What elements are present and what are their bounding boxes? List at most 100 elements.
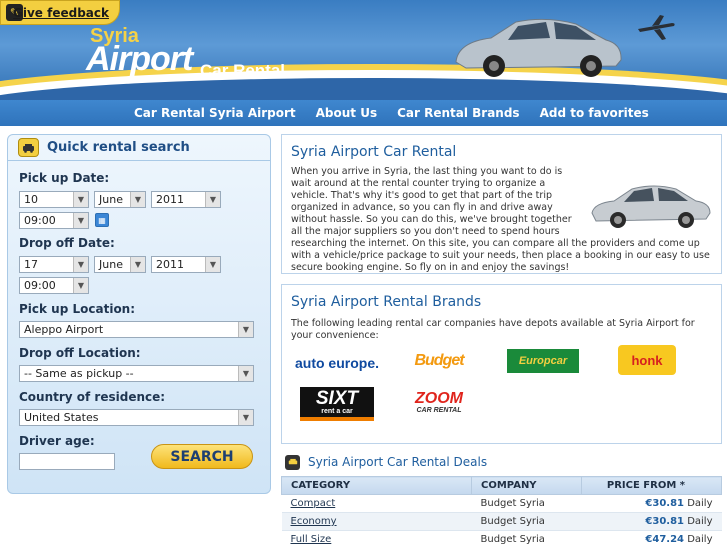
chevron-down-icon: ▼: [73, 278, 88, 293]
deal-category-cell: Economy: [281, 512, 472, 531]
sixt-logo-text: SIXT: [315, 387, 359, 409]
dropoff-day-select[interactable]: 17 ▼: [19, 256, 89, 273]
chevron-down-icon: ▼: [73, 192, 88, 207]
brands-text: The following leading rental car compani…: [291, 318, 695, 341]
table-row: Compact Budget Syria €30.81 Daily: [281, 494, 722, 513]
dropoff-location-label: Drop off Location:: [19, 346, 141, 360]
deal-category-link[interactable]: Economy: [291, 516, 337, 527]
deal-category-cell: Full Size: [281, 530, 472, 545]
chevron-down-icon: ▼: [205, 257, 220, 272]
pickup-year-value: 2011: [156, 193, 184, 206]
zoom-logo[interactable]: ZOOM CAR RENTAL: [408, 389, 470, 417]
deal-category-cell: Compact: [281, 494, 472, 513]
dropoff-month-value: June: [99, 258, 123, 271]
deal-category-link[interactable]: Full Size: [291, 534, 332, 545]
pickup-month-select[interactable]: June ▼: [94, 191, 146, 208]
dropoff-date-label: Drop off Date:: [19, 236, 115, 250]
deal-period: Daily: [687, 498, 713, 509]
dropoff-month-select[interactable]: June ▼: [94, 256, 146, 273]
honk-logo[interactable]: honk: [618, 345, 676, 375]
pickup-month-value: June: [99, 193, 123, 206]
pickup-date-label: Pick up Date:: [19, 171, 110, 185]
chevron-down-icon: ▼: [73, 213, 88, 228]
chevron-down-icon: ▼: [130, 192, 145, 207]
dropoff-location-value: -- Same as pickup --: [24, 367, 134, 380]
main-nav: Car Rental Syria Airport About Us Car Re…: [0, 100, 727, 126]
pickup-day-select[interactable]: 10 ▼: [19, 191, 89, 208]
deal-period: Daily: [687, 534, 713, 545]
intro-text-2: researching the internet. On this site, …: [291, 238, 710, 273]
pickup-location-select[interactable]: Aleppo Airport ▼: [19, 321, 254, 338]
intro-text-1: When you arrive in Syria, the last thing…: [291, 166, 572, 237]
give-feedback-button[interactable]: ✎ Give feedback: [0, 0, 120, 25]
residence-value: United States: [24, 411, 99, 424]
dropoff-location-select[interactable]: -- Same as pickup -- ▼: [19, 365, 254, 382]
driver-age-input[interactable]: [19, 453, 115, 470]
chevron-down-icon: ▼: [238, 322, 253, 337]
pickup-time-select[interactable]: 09:00 ▼: [19, 212, 89, 229]
deals-header: Syria Airport Car Rental Deals: [285, 452, 487, 472]
deals-box: Syria Airport Car Rental Deals CATEGORY …: [281, 452, 722, 545]
budget-logo[interactable]: Budget: [414, 347, 464, 375]
column-header-company: COMPANY: [471, 476, 582, 495]
deal-company-cell: Budget Syria: [471, 494, 582, 513]
pickup-location-value: Aleppo Airport: [24, 323, 104, 336]
europcar-logo[interactable]: Europcar: [507, 349, 579, 373]
logo-text-car-rental: Car Rental: [200, 61, 286, 80]
deal-period: Daily: [687, 516, 713, 527]
chevron-down-icon: ▼: [130, 257, 145, 272]
nav-add-to-favorites[interactable]: Add to favorites: [540, 106, 649, 120]
dropoff-year-value: 2011: [156, 258, 184, 271]
car-icon: [285, 454, 300, 470]
brands-title: Syria Airport Rental Brands: [291, 294, 482, 310]
deal-company-cell: Budget Syria: [471, 530, 582, 545]
chevron-down-icon: ▼: [73, 257, 88, 272]
deal-category-link[interactable]: Compact: [291, 498, 336, 509]
zoom-logo-subtext: CAR RENTAL: [416, 407, 462, 414]
brands-box: Syria Airport Rental Brands The followin…: [281, 284, 722, 444]
autoeurope-logo[interactable]: auto europe.: [292, 351, 382, 375]
column-header-category: CATEGORY: [281, 476, 472, 495]
residence-label: Country of residence:: [19, 390, 166, 404]
pickup-location-label: Pick up Location:: [19, 302, 136, 316]
table-row: Economy Budget Syria €30.81 Daily: [281, 512, 722, 531]
zoom-logo-text: ZOOM: [415, 390, 463, 407]
chevron-down-icon: ▼: [238, 366, 253, 381]
site-header: ✎ Give feedback Syria Airport Car Rental: [0, 0, 727, 100]
car-icon: [18, 138, 39, 157]
driver-age-label: Driver age:: [19, 434, 95, 448]
intro-box: Syria Airport Car Rental When you arrive…: [281, 134, 722, 274]
intro-title: Syria Airport Car Rental: [291, 144, 457, 160]
deals-title: Syria Airport Car Rental Deals: [308, 455, 488, 469]
deal-price: €47.24: [645, 534, 684, 545]
sixt-logo[interactable]: SIXT rent a car: [300, 387, 374, 421]
deal-price-cell: €47.24 Daily: [581, 530, 722, 545]
dropoff-time-select[interactable]: 09:00 ▼: [19, 277, 89, 294]
search-button[interactable]: SEARCH: [151, 444, 253, 469]
chevron-down-icon: ▼: [205, 192, 220, 207]
pickup-day-value: 10: [24, 193, 38, 206]
deal-price: €30.81: [645, 516, 684, 527]
column-header-price: PRICE FROM *: [581, 476, 722, 495]
pickup-time-value: 09:00: [24, 214, 56, 227]
sixt-logo-subtext: rent a car: [321, 407, 353, 415]
nav-car-rental-brands[interactable]: Car Rental Brands: [397, 106, 519, 120]
dropoff-time-value: 09:00: [24, 279, 56, 292]
deal-price-cell: €30.81 Daily: [581, 494, 722, 513]
airplane-icon: [638, 15, 675, 40]
quick-search-title: Quick rental search: [47, 140, 190, 155]
calendar-icon[interactable]: ▦: [95, 213, 109, 227]
quick-search-header: Quick rental search: [8, 135, 270, 161]
nav-car-rental-syria-airport[interactable]: Car Rental Syria Airport: [134, 106, 296, 120]
header-car-image: [455, 18, 622, 77]
nav-about-us[interactable]: About Us: [316, 106, 377, 120]
deals-table-header: CATEGORY COMPANY PRICE FROM *: [281, 476, 722, 495]
deal-price-cell: €30.81 Daily: [581, 512, 722, 531]
deal-company-cell: Budget Syria: [471, 512, 582, 531]
dropoff-year-select[interactable]: 2011 ▼: [151, 256, 221, 273]
silver-car-image: [591, 185, 711, 228]
logo-text-airport: Airport: [86, 40, 193, 78]
pickup-year-select[interactable]: 2011 ▼: [151, 191, 221, 208]
residence-select[interactable]: United States ▼: [19, 409, 254, 426]
table-row: Full Size Budget Syria €47.24 Daily: [281, 530, 722, 545]
